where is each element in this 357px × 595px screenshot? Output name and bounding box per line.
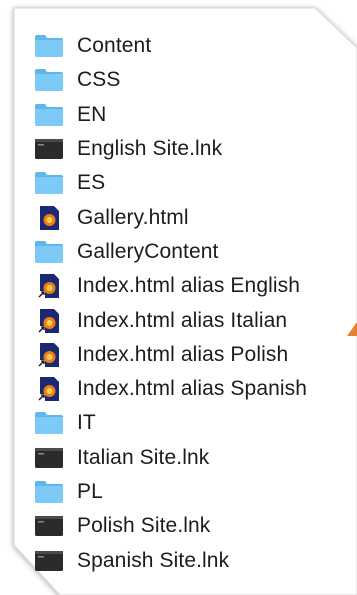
file-name: Index.html alias Polish (77, 342, 289, 366)
file-name: PL (77, 480, 103, 503)
folder-icon (34, 33, 64, 59)
accent-caret-icon (347, 322, 357, 336)
file-item[interactable]: EN (34, 98, 307, 132)
terminal-shortcut-icon (34, 445, 64, 471)
file-item[interactable]: Polish Site.lnk (34, 509, 307, 543)
file-item[interactable]: Content (34, 29, 307, 63)
html-document-icon (34, 205, 64, 231)
folder-icon (34, 102, 64, 128)
file-item[interactable]: Index.html alias English (34, 269, 307, 303)
file-name: English Site.lnk (77, 137, 223, 161)
terminal-shortcut-icon (34, 136, 64, 162)
file-item[interactable]: IT (34, 406, 307, 440)
file-item[interactable]: CSS (34, 63, 307, 97)
file-item[interactable]: Index.html alias Italian (34, 303, 307, 337)
folder-icon (34, 170, 64, 196)
file-list: Content CSS EN English Site.lnk ES Galle… (34, 29, 307, 578)
folder-icon (34, 67, 64, 93)
file-item[interactable]: Index.html alias Polish (34, 338, 307, 372)
file-name: ES (77, 171, 106, 195)
html-alias-icon (34, 342, 64, 368)
folder-icon (34, 410, 64, 436)
file-name: Italian Site.lnk (77, 445, 210, 469)
html-alias-icon (34, 273, 64, 299)
file-item[interactable]: PL (34, 475, 307, 509)
file-item[interactable]: Index.html alias Spanish (34, 372, 307, 406)
folder-icon (34, 239, 64, 265)
file-name: Index.html alias Spanish (77, 377, 308, 401)
file-name: CSS (77, 68, 121, 92)
terminal-shortcut-icon (34, 548, 64, 574)
html-alias-icon (34, 376, 64, 402)
file-item[interactable]: GalleryContent (34, 235, 307, 269)
file-item[interactable]: Italian Site.lnk (34, 441, 307, 475)
file-name: IT (77, 411, 96, 435)
file-name: Polish Site.lnk (77, 514, 211, 538)
file-name: Index.html alias English (77, 274, 301, 298)
file-name: Spanish Site.lnk (77, 548, 230, 572)
html-alias-icon (34, 308, 64, 334)
file-name: GalleryContent (77, 239, 219, 263)
file-item[interactable]: ES (34, 166, 307, 200)
terminal-shortcut-icon (34, 513, 64, 539)
file-name: Index.html alias Italian (77, 308, 288, 332)
file-item[interactable]: Gallery.html (34, 200, 307, 234)
file-item[interactable]: English Site.lnk (34, 132, 307, 166)
file-name: EN (77, 102, 107, 126)
file-name: Content (77, 34, 152, 58)
folder-icon (34, 479, 64, 505)
file-item[interactable]: Spanish Site.lnk (34, 543, 307, 577)
file-name: Gallery.html (77, 205, 189, 229)
